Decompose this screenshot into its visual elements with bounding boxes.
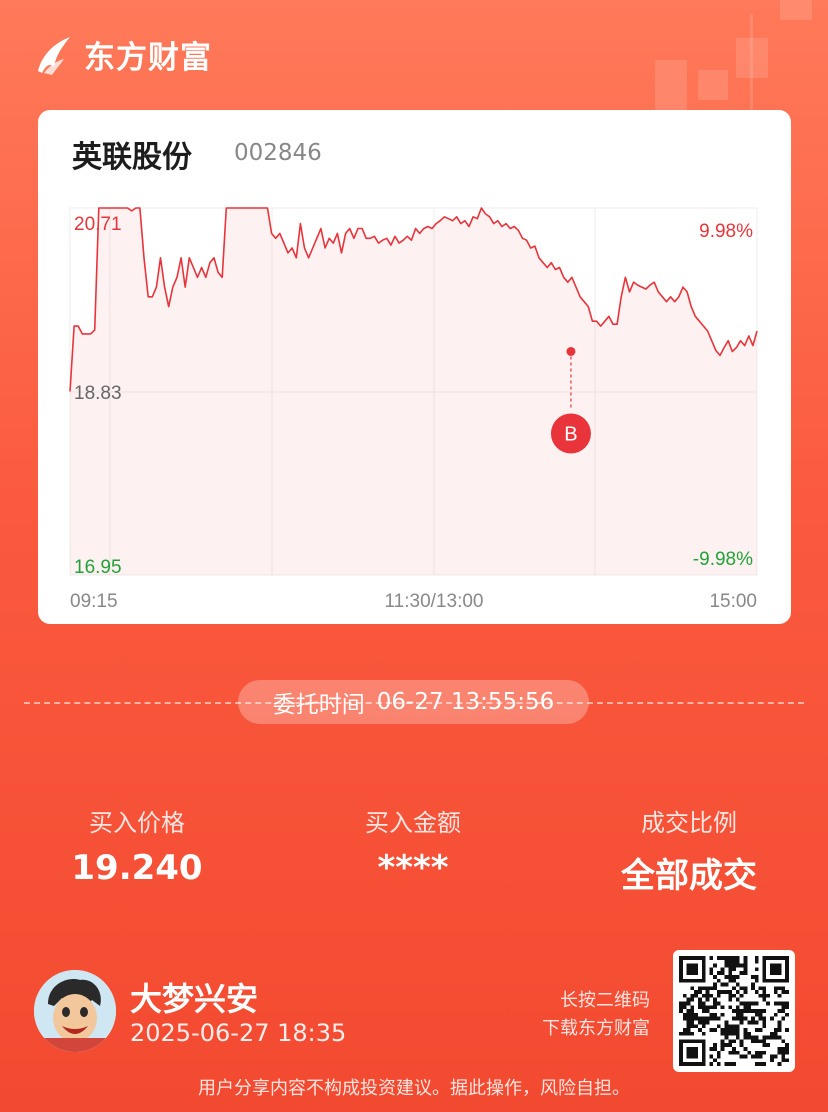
time-label-mid: 11:30/13:00 [385,591,484,612]
brand-name: 东方财富 [84,40,212,76]
share-date: 2025-06-27 18:35 [130,1019,347,1047]
price-low-label: 16.95 [74,557,122,578]
stat-label: 成交比例 [641,809,737,837]
pct-high-label: 9.98% [699,221,753,242]
order-time-pill: 委托时间 06-27 13:55:56 [238,680,589,724]
avatar-cartoon-icon [34,970,116,1052]
decor-candle [698,70,728,100]
stock-card: 英联股份 002846 20.71 18.83 16.95 9.98% -9.9… [38,110,791,624]
order-time-label: 委托时间 [272,692,365,718]
stat-fill-ratio: 成交比例 全部成交 [574,803,804,897]
buy-marker-label: B [564,423,577,445]
intraday-chart: 20.71 18.83 16.95 9.98% -9.98% 09:15 11:… [69,207,758,612]
qr-code-icon [679,956,789,1066]
decor-wick [750,14,753,110]
order-time-value: 06-27 13:55:56 [376,689,555,715]
brand-flame-icon [38,36,70,75]
qr-hint-line2: 下载东方财富 [542,1018,650,1039]
qr-hint: 长按二维码 下载东方财富 [542,987,650,1043]
price-area [70,208,757,575]
brand-logo: 东方财富 [34,32,212,77]
user-name: 大梦兴安 [130,980,259,1018]
price-base-label: 18.83 [74,383,122,404]
stat-value: **** [377,848,449,888]
stat-value: 全部成交 [621,856,757,896]
decor-candle [780,0,812,20]
buy-marker-dot [566,346,576,356]
pct-low-label: -9.98% [693,549,753,570]
stat-buy-price: 买入价格 19.240 [22,803,252,888]
stat-value: 19.240 [71,848,203,888]
stat-label: 买入价格 [89,809,185,837]
stat-label: 买入金额 [365,809,461,837]
stat-buy-amount: 买入金额 **** [298,803,528,888]
avatar[interactable] [34,970,116,1052]
time-label-start: 09:15 [70,591,118,612]
qr-hint-line1: 长按二维码 [560,990,650,1011]
price-high-label: 20.71 [74,214,122,235]
disclaimer: 用户分享内容不构成投资建议。据此操作，风险自担。 [198,1078,630,1099]
time-label-end: 15:00 [709,591,757,612]
qr-code[interactable] [673,950,795,1072]
